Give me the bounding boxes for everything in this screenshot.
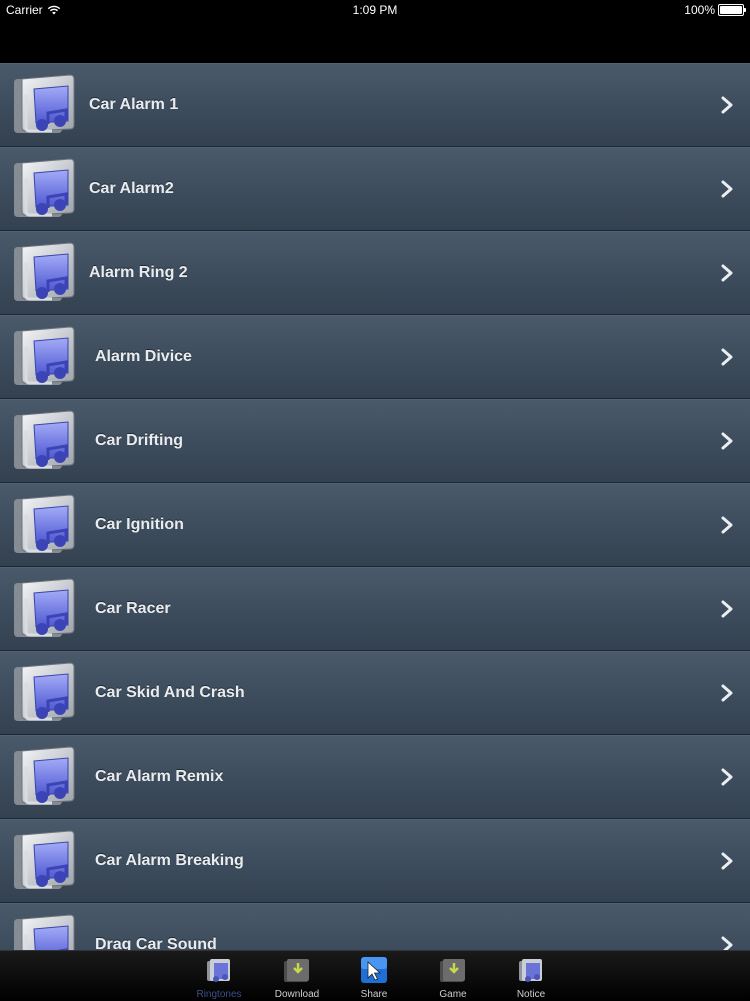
- chevron-right-icon: [720, 599, 734, 619]
- music-folder-icon: [12, 829, 78, 891]
- tab-bar: Ringtones Download Share Game Notice: [0, 950, 750, 1001]
- music-folder-icon: [12, 745, 78, 807]
- list-item[interactable]: Alarm Ring 2: [0, 231, 750, 315]
- chevron-right-icon: [720, 347, 734, 367]
- battery-icon: [718, 4, 746, 16]
- list-item-label: Drag Car Sound: [95, 936, 217, 950]
- list-item[interactable]: Car Alarm2: [0, 147, 750, 231]
- chevron-right-icon: [720, 95, 734, 115]
- music-folder-icon: [207, 959, 230, 982]
- tab-label: Game: [439, 989, 467, 1000]
- chevron-right-icon: [720, 851, 734, 871]
- list-item-label: Car Alarm Breaking: [95, 852, 244, 869]
- game-folder-icon: [440, 959, 465, 982]
- music-folder-icon: [12, 157, 78, 219]
- list-item-label: Car Alarm Remix: [95, 768, 224, 785]
- list-item[interactable]: Car Racer: [0, 567, 750, 651]
- notice-folder-icon: [519, 959, 542, 982]
- music-folder-icon: [12, 493, 78, 555]
- music-folder-icon: [12, 577, 78, 639]
- list-item[interactable]: Car Alarm Remix: [0, 735, 750, 819]
- share-cursor-icon: [361, 957, 387, 983]
- list-item-label: Car Drifting: [95, 432, 183, 449]
- download-folder-icon: [284, 959, 309, 982]
- list-item-label: Car Ignition: [95, 516, 184, 533]
- music-folder-icon: [12, 913, 78, 950]
- list-item[interactable]: Car Skid And Crash: [0, 651, 750, 735]
- tab-label: Notice: [516, 989, 546, 1000]
- chevron-right-icon: [720, 431, 734, 451]
- list-item[interactable]: Drag Car Sound: [0, 903, 750, 950]
- ringtone-list[interactable]: Car Alarm 1 Car Alarm2 Alarm Ring 2 Alar…: [0, 63, 750, 950]
- tab-download[interactable]: Download: [264, 955, 330, 1001]
- chevron-right-icon: [720, 767, 734, 787]
- list-item[interactable]: Car Alarm Breaking: [0, 819, 750, 903]
- chevron-right-icon: [720, 683, 734, 703]
- tab-notice[interactable]: Notice: [498, 955, 564, 1001]
- clock: 1:09 PM: [352, 3, 398, 17]
- music-folder-icon: [12, 661, 78, 723]
- list-item-label: Car Alarm 1: [89, 96, 179, 113]
- tab-label: Download: [274, 989, 320, 1000]
- navigation-bar: [0, 20, 750, 63]
- tab-share[interactable]: Share: [341, 955, 407, 1001]
- battery-percent: 100%: [684, 3, 715, 17]
- chevron-right-icon: [720, 263, 734, 283]
- list-item-label: Car Racer: [95, 600, 171, 617]
- list-item-label: Car Skid And Crash: [95, 684, 245, 701]
- list-item-label: Car Alarm2: [89, 180, 174, 197]
- list-item[interactable]: Car Alarm 1: [0, 63, 750, 147]
- status-bar: Carrier 1:09 PM 100%: [0, 0, 750, 20]
- tab-game[interactable]: Game: [420, 955, 486, 1001]
- chevron-right-icon: [720, 515, 734, 535]
- music-folder-icon: [12, 73, 78, 135]
- music-folder-icon: [12, 325, 78, 387]
- tab-ringtones[interactable]: Ringtones: [186, 955, 252, 1001]
- music-folder-icon: [12, 241, 78, 303]
- chevron-right-icon: [720, 179, 734, 199]
- list-item[interactable]: Car Drifting: [0, 399, 750, 483]
- tab-label: Ringtones: [196, 989, 242, 1000]
- music-folder-icon: [12, 409, 78, 471]
- chevron-right-icon: [720, 935, 734, 950]
- tab-label: Share: [360, 989, 388, 1000]
- list-item[interactable]: Alarm Divice: [0, 315, 750, 399]
- list-item-label: Alarm Ring 2: [89, 264, 188, 281]
- battery-group: 100%: [684, 3, 746, 17]
- list-item-label: Alarm Divice: [95, 348, 192, 365]
- list-item[interactable]: Car Ignition: [0, 483, 750, 567]
